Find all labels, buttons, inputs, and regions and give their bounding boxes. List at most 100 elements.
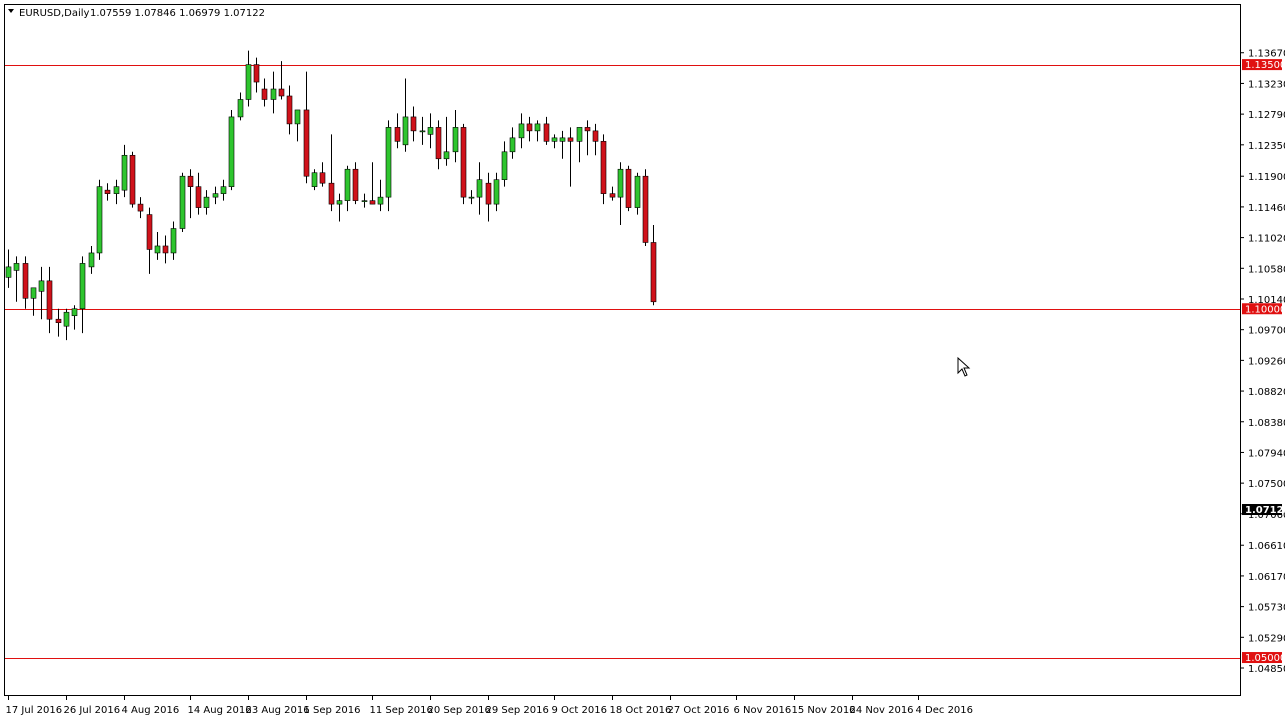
bull-candle xyxy=(79,263,86,310)
bear-candle xyxy=(394,127,401,142)
price-chart[interactable]: 1.13670 1.13230 1.12790 1.12350 1.11900 1.114… xyxy=(0,0,1285,723)
bear-candle xyxy=(22,263,29,299)
bull-candle xyxy=(121,154,128,191)
bull-candle xyxy=(212,193,219,198)
bull-candle xyxy=(551,137,558,142)
bull-candle xyxy=(509,137,516,153)
bull-candle xyxy=(476,179,483,198)
bull-candle xyxy=(385,127,392,198)
symbol-label: EURUSD,Daily xyxy=(19,8,90,19)
bull-candle xyxy=(203,196,210,208)
bear-candle xyxy=(460,127,467,198)
bear-candle xyxy=(642,175,649,243)
bull-candle xyxy=(427,127,434,135)
y-tick-label: 1.11020 xyxy=(1248,234,1285,245)
y-tick-label: 1.05290 xyxy=(1248,633,1285,644)
y-tick-label: 1.10580 xyxy=(1248,264,1285,275)
y-tick-label: 1.08380 xyxy=(1248,418,1285,429)
level-price-label: 1.13500 xyxy=(1245,60,1285,71)
bull-candle xyxy=(311,172,318,187)
bear-candle xyxy=(319,172,326,184)
x-tick-label: 15 Nov 2016 xyxy=(792,705,856,716)
bear-candle xyxy=(162,245,169,254)
bull-candle xyxy=(634,175,641,208)
bull-candle xyxy=(270,88,277,100)
bull-candle xyxy=(443,151,450,160)
y-tick-label: 1.07940 xyxy=(1248,448,1285,459)
bear-candle xyxy=(137,203,144,212)
x-tick-label: 20 Sep 2016 xyxy=(428,705,491,716)
bull-candle xyxy=(228,116,235,187)
bull-candle xyxy=(88,252,95,268)
x-tick-label: 14 Aug 2016 xyxy=(188,705,252,716)
y-tick-label: 1.05730 xyxy=(1248,603,1285,614)
x-tick-label: 4 Aug 2016 xyxy=(122,705,180,716)
bull-candle xyxy=(13,263,20,271)
bear-candle xyxy=(55,318,62,324)
bull-candle xyxy=(452,127,459,153)
time-axis: 17 Jul 2016 26 Jul 2016 4 Aug 2016 14 Aug 2… xyxy=(6,695,974,716)
bear-candle xyxy=(286,95,293,125)
y-tick-label: 1.04850 xyxy=(1248,664,1285,675)
plot-area[interactable] xyxy=(4,4,1241,696)
bull-candle xyxy=(30,287,37,299)
bull-candle xyxy=(501,151,508,180)
bear-candle xyxy=(609,193,616,198)
bear-candle xyxy=(526,123,533,132)
bull-candle xyxy=(220,186,227,194)
bull-candle xyxy=(468,196,475,199)
bull-candle xyxy=(336,200,343,205)
bear-candle xyxy=(567,137,574,142)
y-tick-label: 1.11900 xyxy=(1248,172,1285,183)
bear-candle xyxy=(600,141,607,194)
price-axis: 1.13670 1.13230 1.12790 1.12350 1.11900 1.114… xyxy=(1240,49,1285,675)
y-tick-label: 1.09260 xyxy=(1248,356,1285,367)
y-tick-label: 1.13670 xyxy=(1248,49,1285,60)
x-tick-label: 24 Nov 2016 xyxy=(850,705,914,716)
ohlc-values: 1.07559 1.07846 1.06979 1.07122 xyxy=(90,8,265,19)
bear-candle xyxy=(485,182,492,205)
bear-candle xyxy=(328,182,335,205)
level-price-label: 1.05000 xyxy=(1245,653,1285,664)
chart-window: 1.13670 1.13230 1.12790 1.12350 1.11900 1.114… xyxy=(0,0,1285,723)
bull-candle xyxy=(245,64,252,100)
bull-candle xyxy=(170,228,177,254)
x-tick-label: 29 Sep 2016 xyxy=(486,705,549,716)
y-tick-label: 1.08820 xyxy=(1248,387,1285,398)
bear-candle xyxy=(146,214,153,250)
bull-candle xyxy=(534,123,541,132)
bull-candle xyxy=(154,245,161,254)
x-tick-label: 18 Oct 2016 xyxy=(610,705,672,716)
bear-candle xyxy=(129,154,136,205)
x-tick-label: 4 Dec 2016 xyxy=(916,705,974,716)
bull-candle xyxy=(294,109,301,125)
y-tick-label: 1.06170 xyxy=(1248,572,1285,583)
bear-candle xyxy=(261,88,268,100)
y-tick-label: 1.13230 xyxy=(1248,79,1285,90)
bull-candle xyxy=(96,186,103,254)
bull-candle xyxy=(617,168,624,198)
x-tick-label: 1 Sep 2016 xyxy=(304,705,361,716)
x-tick-label: 26 Jul 2016 xyxy=(64,705,121,716)
y-tick-label: 1.11460 xyxy=(1248,203,1285,214)
bull-candle xyxy=(377,196,384,205)
level-price-label: 1.10000 xyxy=(1245,304,1285,315)
bear-candle xyxy=(410,116,417,132)
bull-candle xyxy=(63,311,70,327)
y-tick-label: 1.07500 xyxy=(1248,479,1285,490)
bear-candle xyxy=(592,130,599,142)
bear-candle xyxy=(104,189,111,194)
x-tick-label: 11 Sep 2016 xyxy=(370,705,433,716)
x-tick-label: 23 Aug 2016 xyxy=(246,705,310,716)
bull-candle xyxy=(402,116,409,146)
bear-candle xyxy=(625,168,632,208)
bear-candle xyxy=(435,127,442,160)
x-tick-label: 6 Nov 2016 xyxy=(734,705,792,716)
bear-candle xyxy=(650,242,657,303)
bear-candle xyxy=(187,175,194,187)
bear-candle xyxy=(369,200,376,205)
bull-candle xyxy=(419,130,426,133)
bull-candle xyxy=(361,200,368,202)
bear-candle xyxy=(253,64,260,83)
bull-candle xyxy=(344,168,351,201)
